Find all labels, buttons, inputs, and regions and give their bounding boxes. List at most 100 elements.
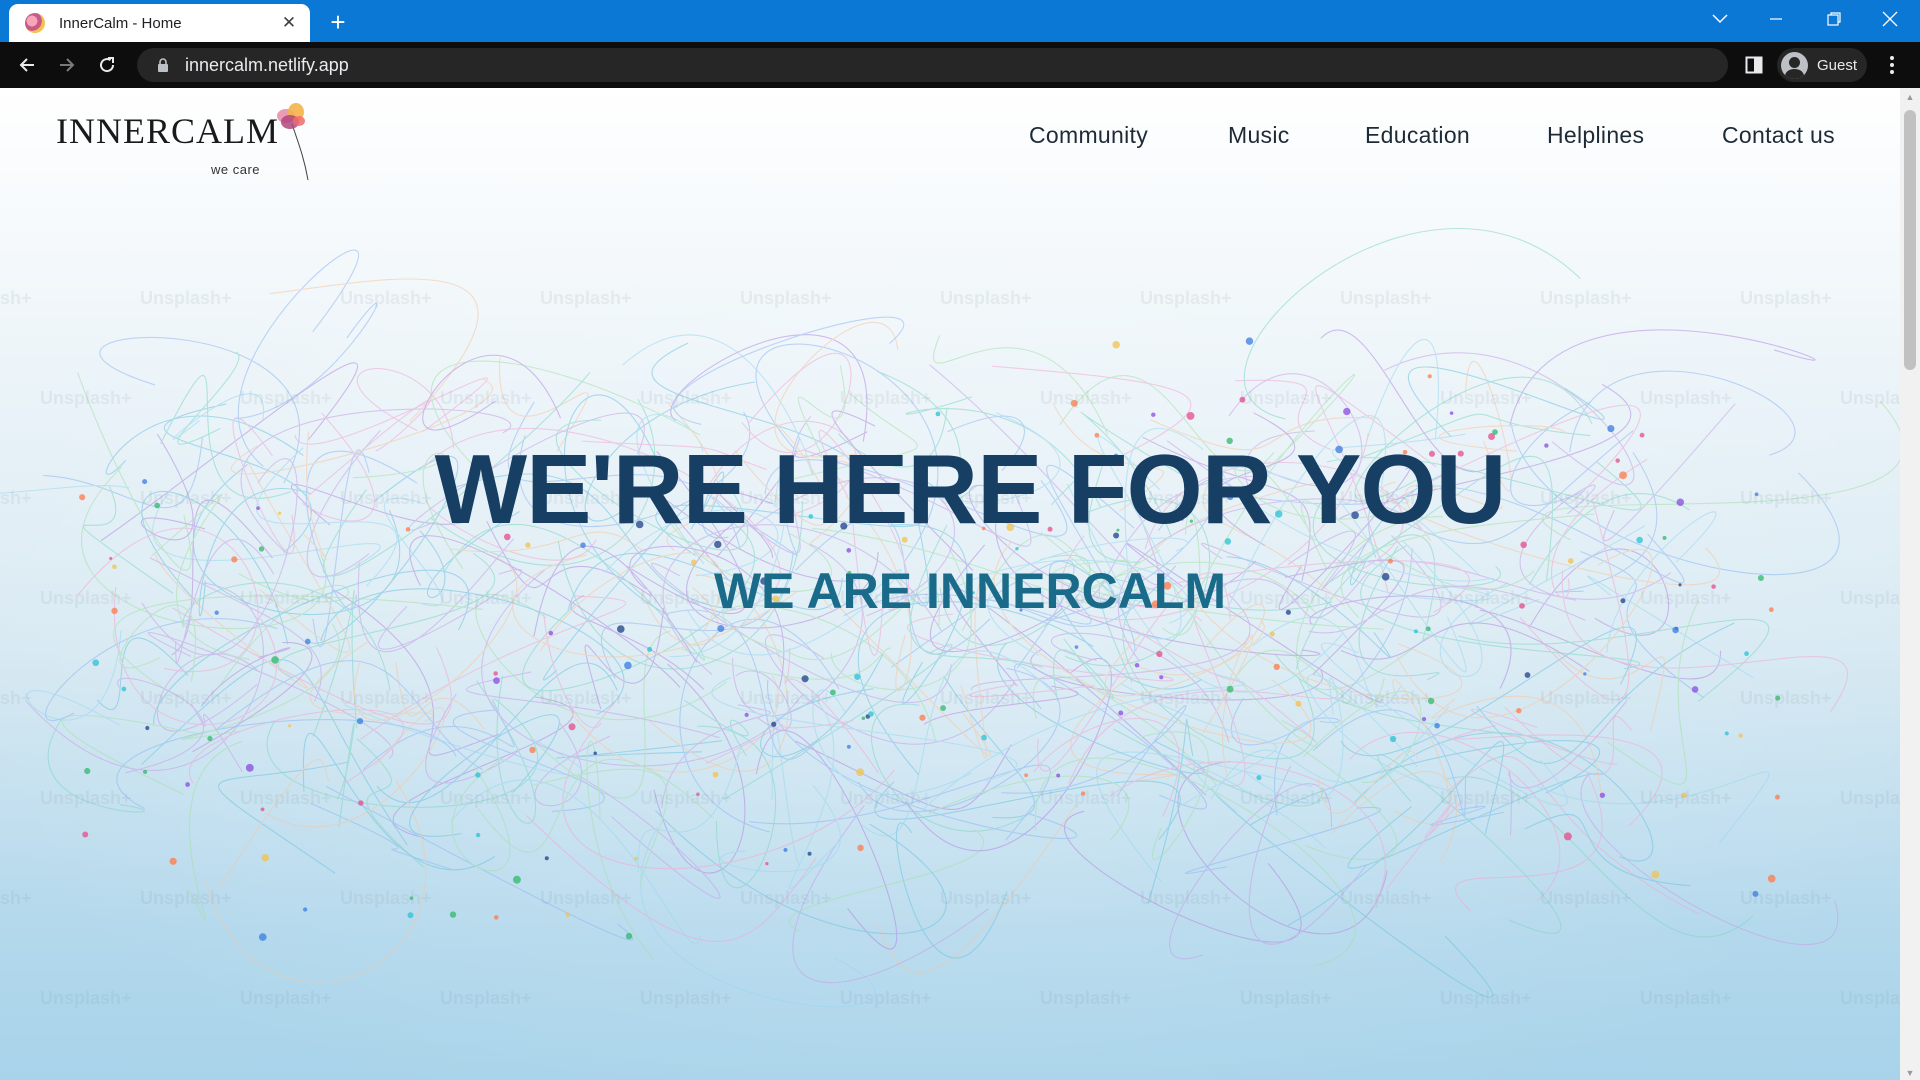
watermark-text: Unsplash+ [140,888,232,908]
watermark-text: Unsplash+ [1740,288,1832,308]
window-close-icon[interactable] [1862,0,1918,38]
watermark-text: Unsplash+ [1040,388,1132,408]
art-particle [712,771,719,778]
art-particle [512,875,521,884]
art-particle [1520,541,1527,549]
page-scrollbar[interactable]: ▲ ▼ [1900,88,1920,1080]
reload-icon[interactable] [91,49,123,81]
side-panel-icon[interactable] [1740,51,1768,79]
watermark-text: Unsplash+ [1640,988,1732,1008]
art-particle [935,411,941,417]
art-particle [856,768,865,777]
art-particle [1425,626,1431,632]
watermark-text: Unsplash+ [940,288,1032,308]
watermark-text: Unsplash+ [740,288,832,308]
kebab-menu-icon[interactable] [1878,51,1906,79]
watermark-text: Unsplash+ [1440,788,1532,808]
art-particle [691,559,697,566]
art-particle [1343,407,1351,416]
watermark-text: Unsplash+ [440,988,532,1008]
watermark-text: Unsplash+ [140,688,232,708]
art-particle [1672,626,1679,634]
watermark-text: Unsplash+ [1040,788,1132,808]
art-particle [1449,411,1454,415]
watermark-text: Unsplash+ [440,388,532,408]
art-particle [82,831,89,838]
art-particle [1112,340,1120,349]
art-particle [169,857,177,865]
nav-link-helplines[interactable]: Helplines [1547,122,1644,149]
art-particle [1434,722,1440,729]
watermark-text: Unsplash+ [440,788,532,808]
watermark-text: Unsplash+ [1640,788,1732,808]
logo-wordmark: INNERCALM [56,111,279,151]
art-particle [548,630,554,636]
art-particle [145,725,150,731]
watermark-text: Unsplash+ [1140,288,1232,308]
address-bar[interactable]: innercalm.netlify.app [137,48,1728,82]
art-particle [121,686,127,692]
scrollbar-thumb[interactable] [1904,110,1916,370]
art-particle [1273,663,1280,671]
favicon-icon [25,13,45,33]
profile-button[interactable]: Guest [1777,48,1867,82]
watermark-text: Unsplash+ [40,988,132,1008]
nav-link-contact-us[interactable]: Contact us [1722,122,1835,149]
forward-arrow-right-icon[interactable] [51,49,83,81]
art-particle [1421,716,1427,722]
art-particle [593,751,597,755]
watermark-text: Unsplash+ [640,388,732,408]
minimize-icon[interactable] [1748,0,1804,38]
watermark-text: Unsplash+ [340,288,432,308]
art-particle [1607,425,1615,433]
art-particle [142,769,148,775]
tab-search-chevron-down-icon[interactable] [1692,0,1748,38]
art-particle [261,854,269,862]
watermark-text: Unsplash+ [340,688,432,708]
art-particle [303,907,308,912]
watermark-text: Unsplash+ [40,388,132,408]
watermark-text: Unsplash+ [1340,688,1432,708]
watermark-text: Unsplash+ [1640,388,1732,408]
scroll-up-arrow-icon[interactable]: ▲ [1904,92,1916,102]
watermark-text: Unsplash+ [0,288,32,308]
restore-icon[interactable] [1806,0,1862,38]
art-particle [1744,651,1749,657]
scroll-down-arrow-icon[interactable]: ▼ [1904,1068,1916,1078]
art-particle [568,723,576,731]
browser-tab[interactable]: InnerCalm - Home ✕ [9,4,310,42]
new-tab-plus-icon[interactable]: + [322,6,354,38]
art-particle [846,548,852,553]
art-particle [846,744,851,749]
art-particle [1388,558,1394,564]
watermark-text: Unsplash+ [1340,888,1432,908]
art-particle [1599,792,1606,798]
art-particle [493,671,498,676]
watermark-text: Unsplash+ [140,288,232,308]
art-particle [544,856,549,861]
watermark-text: Unsplash+ [1540,288,1632,308]
art-particle [783,847,788,853]
art-particle [231,556,238,563]
watermark-text: Unsplash+ [1340,288,1432,308]
watermark-text: Unsplash+ [1840,388,1900,408]
tab-close-icon[interactable]: ✕ [278,12,300,34]
art-particle [857,844,864,852]
site-logo[interactable]: INNERCALM we care [56,102,326,182]
profile-name: Guest [1817,56,1858,74]
watermark-text: Unsplash+ [1440,388,1532,408]
art-particle [1159,675,1164,680]
back-arrow-left-icon[interactable] [11,49,43,81]
lock-icon[interactable] [153,55,173,75]
art-particle [625,932,633,940]
watermark-text: Unsplash+ [940,688,1032,708]
nav-link-community[interactable]: Community [1029,122,1148,149]
nav-link-education[interactable]: Education [1365,122,1470,149]
art-particle [288,724,292,728]
art-particle [1074,645,1079,649]
art-particle [1427,374,1432,379]
art-particle [475,772,481,778]
watermark-text: Unsplash+ [740,688,832,708]
art-particle [1134,662,1140,668]
nav-link-music[interactable]: Music [1228,122,1290,149]
